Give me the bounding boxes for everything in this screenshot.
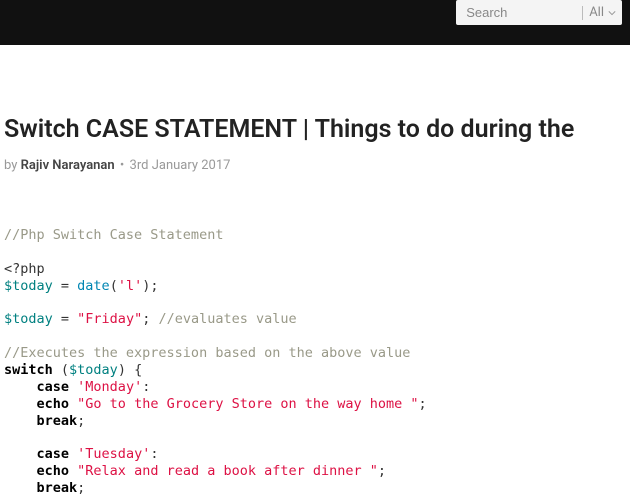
code-func: date bbox=[77, 278, 110, 294]
code-punct: ); bbox=[142, 278, 158, 294]
code-comment: //Php Switch Case Statement bbox=[4, 227, 223, 243]
code-string: "Friday" bbox=[77, 311, 142, 327]
code-keyword: echo bbox=[37, 463, 70, 479]
code-punct: ) { bbox=[118, 362, 142, 378]
code-comment: //evaluates value bbox=[158, 311, 296, 327]
code-var: $today bbox=[4, 311, 53, 327]
code-space bbox=[69, 463, 77, 479]
code-keyword: break bbox=[37, 413, 78, 429]
code-punct: ; bbox=[77, 413, 85, 429]
code-op: = bbox=[53, 311, 77, 327]
meta-separator: • bbox=[120, 158, 124, 173]
post-meta: by Rajiv Narayanan • 3rd January 2017 bbox=[4, 158, 630, 173]
code-space bbox=[69, 446, 77, 462]
by-label: by bbox=[4, 158, 17, 173]
code-keyword: break bbox=[37, 480, 78, 496]
code-keyword: case bbox=[37, 446, 70, 462]
code-keyword: case bbox=[37, 379, 70, 395]
search-input[interactable] bbox=[456, 1, 576, 24]
code-var: $today bbox=[69, 362, 118, 378]
code-string: 'Tuesday' bbox=[77, 446, 150, 462]
code-op: = bbox=[53, 278, 77, 294]
code-keyword: echo bbox=[37, 396, 70, 412]
code-punct: ; bbox=[142, 311, 158, 327]
code-keyword: switch bbox=[4, 362, 53, 378]
search-divider bbox=[582, 6, 583, 20]
code-punct: ( bbox=[53, 362, 69, 378]
search-box: All bbox=[456, 0, 622, 25]
code-punct: : bbox=[142, 379, 150, 395]
code-string: "Relax and read a book after dinner " bbox=[77, 463, 378, 479]
post-content: Switch CASE STATEMENT | Things to do dur… bbox=[0, 115, 630, 497]
code-block: //Php Switch Case Statement <?php $today… bbox=[4, 227, 630, 497]
code-string: "Go to the Grocery Store on the way home… bbox=[77, 396, 418, 412]
code-space bbox=[69, 379, 77, 395]
code-punct: : bbox=[150, 446, 158, 462]
code-comment: //Executes the expression based on the a… bbox=[4, 345, 410, 361]
code-punct: ; bbox=[419, 396, 427, 412]
top-header: All bbox=[0, 0, 630, 45]
code-string: 'l' bbox=[118, 278, 142, 294]
search-filter-dropdown[interactable]: All bbox=[589, 5, 622, 20]
chevron-down-icon bbox=[608, 9, 616, 17]
code-punct: ; bbox=[77, 480, 85, 496]
search-filter-label: All bbox=[589, 5, 604, 20]
code-string: 'Monday' bbox=[77, 379, 142, 395]
code-text: <?php bbox=[4, 261, 45, 277]
post-date: 3rd January 2017 bbox=[130, 158, 231, 173]
post-author[interactable]: Rajiv Narayanan bbox=[21, 158, 115, 173]
code-var: $today bbox=[4, 278, 53, 294]
code-punct: ; bbox=[378, 463, 386, 479]
post-title: Switch CASE STATEMENT | Things to do dur… bbox=[4, 115, 630, 144]
code-punct: ( bbox=[110, 278, 118, 294]
code-space bbox=[69, 396, 77, 412]
spacer bbox=[0, 45, 630, 115]
